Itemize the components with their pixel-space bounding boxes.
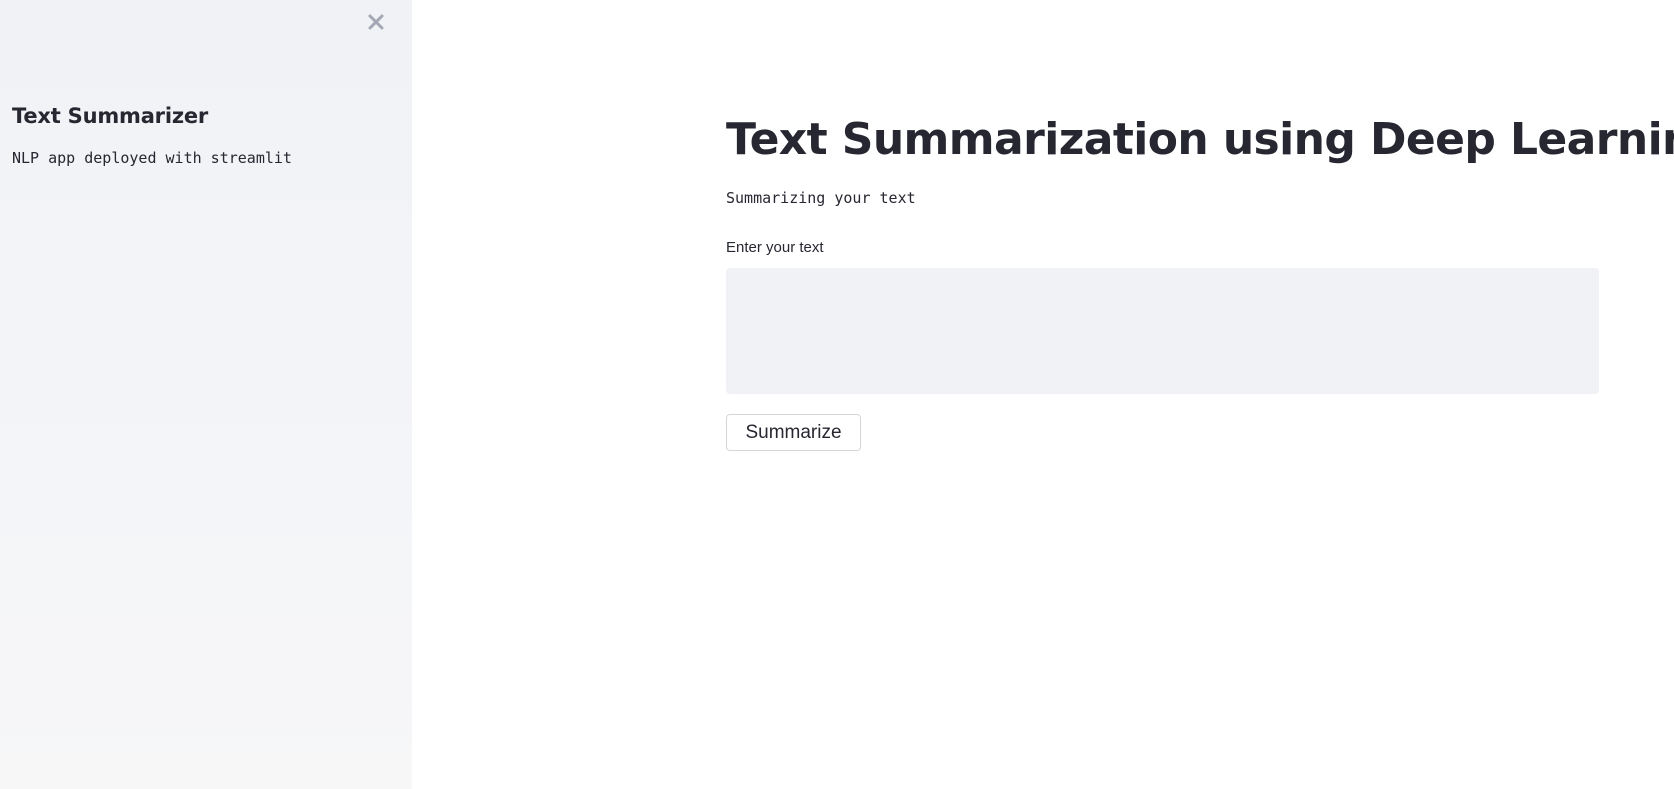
app-root: Text Summarizer NLP app deployed with st…: [0, 0, 1674, 789]
sidebar-close-button[interactable]: [362, 8, 390, 36]
page-title: Text Summarization using Deep Learning: [726, 114, 1674, 165]
page-subtitle: Summarizing your text: [726, 189, 916, 207]
text-input-label: Enter your text: [726, 239, 824, 256]
sidebar: Text Summarizer NLP app deployed with st…: [0, 0, 412, 789]
sidebar-title: Text Summarizer: [12, 104, 209, 128]
main-content: Text Summarization using Deep Learning S…: [412, 0, 1674, 789]
sidebar-caption: NLP app deployed with streamlit: [12, 149, 292, 167]
summarize-button[interactable]: Summarize: [726, 414, 861, 451]
text-input-area[interactable]: [726, 268, 1599, 394]
close-icon: [368, 14, 384, 30]
